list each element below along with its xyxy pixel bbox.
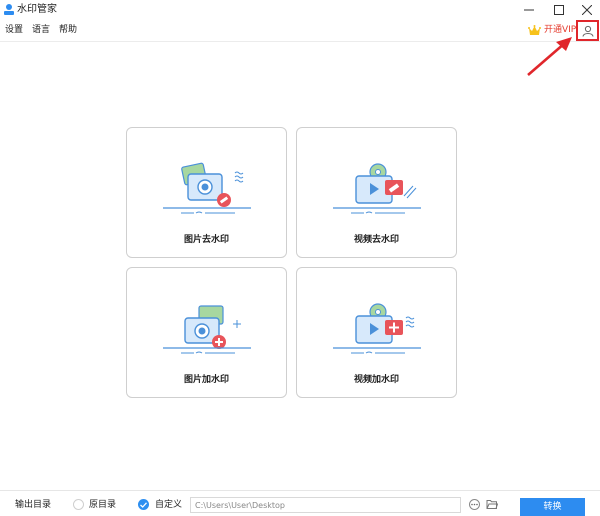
photo-remove-watermark-icon	[163, 162, 251, 214]
window-title: 水印管家	[17, 4, 57, 15]
radio-original-label[interactable]: 原目录	[89, 499, 116, 511]
annotation-arrow-icon	[527, 37, 572, 76]
output-directory-label: 输出目录	[15, 500, 52, 510]
browse-more-button[interactable]	[469, 499, 480, 510]
menu-bar: 设置 语言 帮助	[0, 20, 600, 42]
video-add-watermark-icon	[333, 303, 421, 354]
card-label: 图片去水印	[183, 235, 229, 245]
ellipsis-icon	[471, 503, 478, 506]
close-button[interactable]	[572, 0, 600, 20]
close-icon	[582, 5, 592, 15]
output-bar: 输出目录 原目录 自定义 转换	[0, 490, 600, 516]
menu-settings[interactable]: 设置	[5, 24, 23, 37]
user-icon	[582, 25, 593, 37]
crown-icon	[528, 25, 541, 35]
output-path-input[interactable]	[190, 497, 461, 513]
radio-original-directory[interactable]	[73, 499, 84, 510]
video-remove-watermark-icon	[333, 163, 421, 214]
minimize-button[interactable]	[514, 0, 544, 20]
card-label: 图片加水印	[183, 375, 229, 385]
card-photo-add-watermark[interactable]: 图片加水印	[126, 267, 287, 398]
photo-add-watermark-icon	[163, 305, 251, 354]
user-stamp-icon	[4, 4, 14, 15]
minimize-icon	[524, 9, 534, 11]
menu-help[interactable]: 帮助	[59, 24, 77, 37]
maximize-button[interactable]	[544, 0, 574, 20]
check-icon	[140, 501, 147, 508]
maximize-icon	[554, 5, 564, 15]
menu-language[interactable]: 语言	[32, 24, 50, 37]
app-window: 水印管家 设置 语言 帮助 开通VIP 图片去水印 视频去水印 图片加水印 视频…	[0, 0, 600, 516]
vip-button[interactable]: 开通VIP	[528, 23, 576, 37]
card-label: 视频加水印	[353, 375, 399, 385]
folder-icon[interactable]	[486, 498, 498, 510]
radio-custom-directory[interactable]	[138, 499, 149, 510]
card-label: 视频去水印	[353, 235, 399, 245]
radio-custom-label[interactable]: 自定义	[155, 499, 182, 511]
title-bar: 水印管家	[0, 0, 600, 20]
card-video-remove-watermark[interactable]: 视频去水印	[296, 127, 457, 258]
card-photo-remove-watermark[interactable]: 图片去水印	[126, 127, 287, 258]
vip-label: 开通VIP	[544, 25, 577, 35]
user-account-button[interactable]	[576, 20, 599, 41]
convert-button[interactable]: 转换	[520, 498, 585, 516]
card-video-add-watermark[interactable]: 视频加水印	[296, 267, 457, 398]
